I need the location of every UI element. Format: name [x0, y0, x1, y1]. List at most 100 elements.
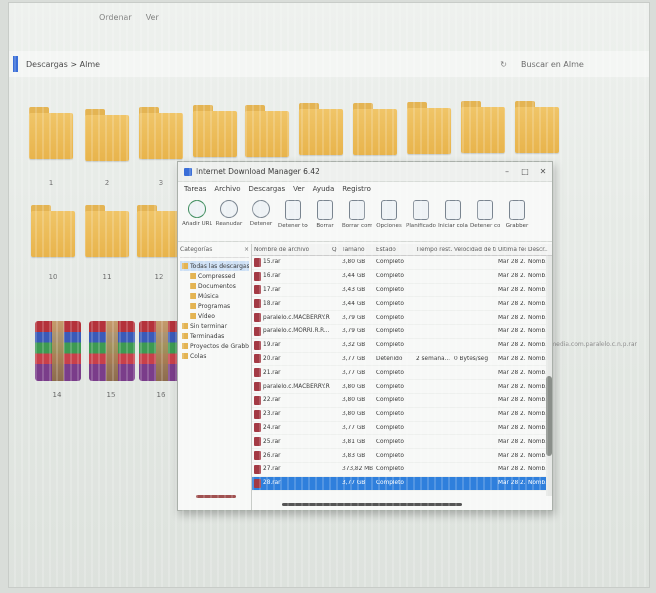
- stop-queue-button[interactable]: Detener cola: [470, 200, 500, 229]
- column-header-description[interactable]: Descr...: [526, 247, 548, 253]
- cell-last: Mar 28 2...: [498, 369, 526, 376]
- folder-icon[interactable]: [245, 105, 289, 157]
- column-header-time-left[interactable]: Tiempo rest.: [414, 247, 452, 253]
- menu-view[interactable]: Ver: [293, 185, 304, 193]
- folder-icon[interactable]: [407, 102, 451, 154]
- table-row[interactable]: 28.rar 3,77 GB Completo Mar 28 2...Nomb...: [252, 476, 552, 491]
- tree-item[interactable]: Terminadas: [180, 331, 249, 341]
- folder-icon[interactable]: [515, 101, 559, 153]
- stop-all-button[interactable]: Detener todo: [278, 200, 308, 229]
- winrar-file-icon: [254, 437, 261, 447]
- add-url-button[interactable]: Añadir URL: [182, 200, 212, 227]
- column-header-last-date[interactable]: Última fec...: [496, 247, 526, 253]
- winrar-file-icon: [254, 368, 261, 378]
- table-row[interactable]: 24.rar 3,77 GB Completo Mar 28 2...Nomb...: [252, 422, 552, 436]
- folder-icon: [190, 313, 196, 319]
- folder-icon[interactable]: [29, 107, 73, 159]
- tree-item[interactable]: Todas las descargas: [180, 261, 249, 271]
- folder-icon[interactable]: [137, 205, 181, 257]
- delete-completed-button[interactable]: Borrar completados: [342, 200, 372, 229]
- folder-icon[interactable]: [85, 109, 129, 161]
- resume-button[interactable]: Reanudar: [214, 200, 244, 227]
- tree-item[interactable]: Compressed: [180, 271, 249, 281]
- tree-item[interactable]: Colas: [180, 351, 249, 361]
- start-queue-button[interactable]: Iniciar cola: [438, 200, 468, 229]
- folder-icon: [182, 333, 188, 339]
- tree-item-label: Vídeo: [198, 312, 215, 320]
- folder-icon[interactable]: [31, 205, 75, 257]
- folder-icon[interactable]: [299, 103, 343, 155]
- menu-register[interactable]: Registro: [342, 185, 371, 193]
- stop-button[interactable]: Detener: [246, 200, 276, 227]
- table-row[interactable]: 22.rar 3,80 GB Completo Mar 28 2...Nomb...: [252, 394, 552, 408]
- cell-size: 373,82 MB: [342, 466, 374, 473]
- cell-desc: Nomb...: [528, 466, 548, 473]
- grabber-button[interactable]: Grabber: [502, 200, 532, 229]
- cell-name: 16.rar: [252, 271, 330, 281]
- table-row[interactable]: 23.rar 3,80 GB Completo Mar 28 2...Nomb...: [252, 408, 552, 422]
- cell-name: 26.rar: [252, 451, 330, 461]
- sort-button[interactable]: Ordenar: [99, 13, 132, 22]
- options-button[interactable]: Opciones: [374, 200, 404, 229]
- close-button[interactable]: ✕: [534, 167, 552, 176]
- refresh-icon[interactable]: ↻: [500, 60, 507, 69]
- tree-item[interactable]: Programas: [180, 301, 249, 311]
- breadcrumb[interactable]: Descargas > Alme: [26, 60, 500, 69]
- tree-item[interactable]: Documentos: [180, 281, 249, 291]
- tree-header: Categorías ×: [180, 246, 249, 258]
- table-row[interactable]: 18.rar 3,44 GB Completo Mar 28 2...Nomb...: [252, 297, 552, 312]
- cell-status: Completo: [376, 369, 404, 376]
- table-row[interactable]: 16.rar 3,44 GB Completo Mar 28 2...Nomb...: [252, 270, 552, 284]
- table-row[interactable]: 19.rar 3,32 GB Completo Mar 28 2...Nomb...: [252, 339, 552, 353]
- column-header-name[interactable]: Nombre de archivo: [252, 247, 330, 253]
- maximize-button[interactable]: □: [516, 167, 534, 176]
- cell-rate: 0 Bytes/seg: [454, 355, 489, 362]
- winrar-archive-icon[interactable]: [89, 321, 135, 381]
- table-row[interactable]: 17.rar 3,43 GB Completo Mar 28 2...Nomb...: [252, 284, 552, 298]
- menu-tasks[interactable]: Tareas: [184, 185, 206, 193]
- table-row[interactable]: 20.rar 3,77 GB Detenido 2 semana... 0 Bytes/…: [252, 353, 552, 367]
- folder-icon[interactable]: [85, 205, 129, 257]
- cell-desc: Nomb...: [528, 480, 548, 487]
- column-header-queue[interactable]: Q: [330, 247, 340, 253]
- folder-icon[interactable]: [461, 101, 505, 153]
- horizontal-scrollbar[interactable]: [282, 503, 462, 506]
- tree-item[interactable]: Proyectos de Grabber: [180, 341, 249, 351]
- view-button[interactable]: Ver: [146, 13, 159, 22]
- winrar-file-icon: [254, 464, 261, 474]
- minimize-button[interactable]: –: [498, 167, 516, 176]
- table-row[interactable]: paralelo.c.MACBERRY.R... 3,79 GB Completo M…: [252, 311, 552, 325]
- tree-item[interactable]: Vídeo: [180, 311, 249, 321]
- search-input[interactable]: Buscar en Alme: [521, 60, 641, 69]
- column-header-size[interactable]: Tamaño: [340, 247, 374, 253]
- menu-downloads[interactable]: Descargas: [249, 185, 286, 193]
- cell-size: 3,80 GB: [342, 259, 366, 266]
- delete-button[interactable]: Borrar: [310, 200, 340, 229]
- folder-icon[interactable]: [193, 105, 237, 157]
- folder-icon[interactable]: [139, 107, 183, 159]
- table-row[interactable]: 21.rar 3,77 GB Completo Mar 28 2...Nomb...: [252, 366, 552, 381]
- scheduler-button[interactable]: Planificador: [406, 200, 436, 229]
- tree-item[interactable]: Música: [180, 291, 249, 301]
- cell-size: 3,77 GB: [342, 480, 366, 487]
- table-row[interactable]: paralelo.c.MORRI.R.R... 3,79 GB Completo Ma…: [252, 325, 552, 339]
- cell-last: Mar 28 2...: [498, 383, 526, 390]
- table-row[interactable]: paralelo.c.MACBERRY.R... 3,80 GB Completo M…: [252, 380, 552, 394]
- table-row[interactable]: 15.rar 3,80 GB Completo Mar 28 2...Nomb...: [252, 256, 552, 270]
- cell-status: Completo: [376, 314, 404, 321]
- tree-scrollbar[interactable]: [196, 495, 236, 498]
- table-row[interactable]: 25.rar 3,81 GB Completo Mar 28 2...Nomb...: [252, 435, 552, 450]
- cell-name: 24.rar: [252, 423, 330, 433]
- menu-help[interactable]: Ayuda: [313, 185, 335, 193]
- menu-file[interactable]: Archivo: [214, 185, 240, 193]
- vertical-scrollbar[interactable]: [546, 256, 552, 496]
- scrollbar-thumb[interactable]: [546, 376, 552, 456]
- column-header-rate[interactable]: Velocidad de tr...: [452, 247, 496, 253]
- table-row[interactable]: 27.rar 373,82 MBCompleto Mar 28 2...Nomb..…: [252, 463, 552, 477]
- folder-icon[interactable]: [353, 103, 397, 155]
- table-row[interactable]: 26.rar 3,83 GB Completo Mar 28 2...Nomb...: [252, 449, 552, 463]
- tree-item[interactable]: Sin terminar: [180, 321, 249, 331]
- column-header-status[interactable]: Estado: [374, 247, 414, 253]
- cell-desc: Nomb...: [528, 300, 548, 307]
- winrar-archive-icon[interactable]: [35, 321, 81, 381]
